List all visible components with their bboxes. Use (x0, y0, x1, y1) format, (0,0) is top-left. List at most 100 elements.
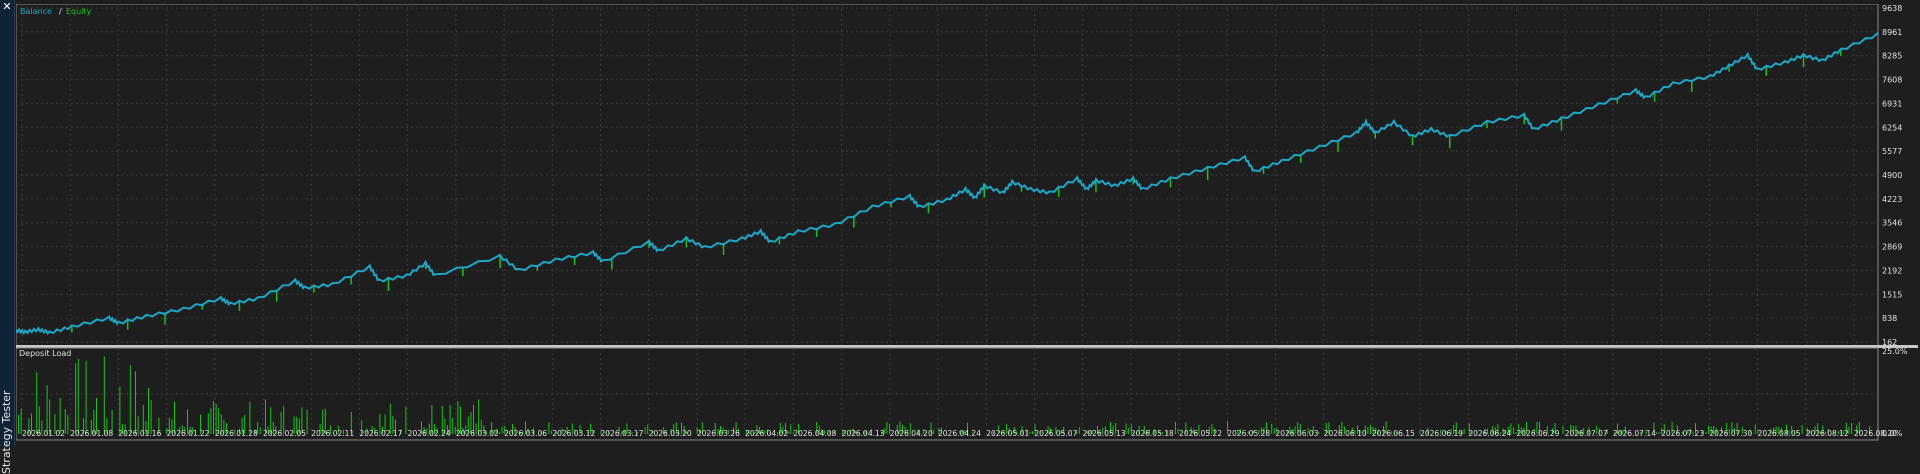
balance-equity-chart[interactable]: Balance / Equity 9638 8961 8285 7608 6931 625… (15, 3, 1918, 445)
chart-area[interactable]: Balance / Equity 9638 8961 8285 7608 6931 625… (15, 3, 1918, 445)
legend-balance: Balance (20, 7, 52, 16)
x-tick-label: 2026.06.29 (1517, 429, 1560, 438)
x-tick-label: 2026.01.02 (22, 429, 65, 438)
x-tick-label: 2026.01.08 (70, 429, 113, 438)
x-tick-label: 2026.02.11 (311, 429, 354, 438)
deposit-load-bar (306, 409, 308, 434)
deposit-load-bar (1271, 424, 1273, 434)
y-tick-label: 2869 (1882, 243, 1902, 252)
deposit-load-bar (67, 415, 69, 434)
x-tick-label: 2026.07.14 (1613, 429, 1656, 438)
deposit-load-bar (405, 406, 407, 434)
deposit-load-bar (1125, 423, 1127, 434)
x-tick-label: 2026.06.15 (1372, 429, 1415, 438)
x-tick-label: 2026.05.18 (1131, 429, 1174, 438)
deposit-load-bar (1128, 427, 1130, 434)
deposit-load-bar (1513, 427, 1514, 434)
deposit-load-bar (103, 356, 105, 434)
deposit-load-bar (499, 432, 500, 434)
x-tick-label: 2026.08.12 (1806, 429, 1849, 438)
x-tick-label: 2026.03.20 (649, 429, 692, 438)
deposit-load-bar (1029, 431, 1031, 434)
x-tick-label: 2026.04.02 (745, 429, 788, 438)
y-tick-label: 1515 (1882, 290, 1902, 299)
x-tick-label: 2026.05.07 (1034, 429, 1077, 438)
deposit-load-bar (135, 371, 136, 434)
x-tick-label: 2026.06.24 (1468, 429, 1511, 438)
deposit-load-bar (18, 414, 19, 434)
x-tick-label: 2026.06.10 (1324, 429, 1367, 438)
deposit-load-bar (85, 360, 87, 434)
y-tick-label: 9638 (1882, 4, 1902, 13)
bottom-tabs[interactable] (16, 441, 316, 447)
legend-equity: Equity (66, 7, 92, 16)
deposit-load-bar (548, 422, 550, 434)
deposit-load-bar (1754, 424, 1756, 434)
x-tick-label: 2026.06.03 (1275, 429, 1318, 438)
y-tick-label: 7608 (1882, 76, 1902, 85)
deposit-load-bar (1705, 431, 1707, 434)
x-tick-label: 2026.04.20 (890, 429, 933, 438)
y-tick-label: 3546 (1882, 219, 1902, 228)
deposit-load-bar (1656, 432, 1657, 434)
y-tick-label: 2192 (1882, 266, 1902, 275)
x-tick-label: 2026.02.24 (408, 429, 451, 438)
y-axis: 9638 8961 8285 7608 6931 6254 5577 4900 4223 3546… (1882, 4, 1902, 347)
y-tick-label: 6931 (1882, 99, 1902, 108)
deposit-load-bar (259, 427, 261, 434)
y-tick-label: 6254 (1882, 123, 1902, 132)
deposit-load-bar (1851, 422, 1852, 434)
x-tick-label: 2026.05.01 (986, 429, 1029, 438)
x-tick-label: 2026.06.19 (1420, 429, 1463, 438)
x-tick-label: 2026.05.22 (1179, 429, 1222, 438)
x-tick-label: 2026.04.24 (938, 429, 981, 438)
y-tick-label: 5577 (1882, 147, 1902, 156)
x-tick-label: 2026.03.06 (504, 429, 547, 438)
deposit-load-bar (1175, 421, 1176, 434)
x-tick-label: 2026.01.22 (167, 429, 210, 438)
x-tick-label: 2026.05.28 (1227, 429, 1270, 438)
deposit-load-bar (1562, 425, 1564, 434)
deposit-load-bar (1367, 426, 1369, 434)
deposit-load-bar (790, 424, 792, 434)
deposit-load-bar (1463, 428, 1465, 434)
deposit-load-bar (933, 429, 935, 434)
deposit-load-bar (1032, 431, 1033, 434)
close-icon[interactable]: ✕ (2, 1, 12, 12)
x-tick-label: 2026.07.30 (1709, 429, 1752, 438)
y-tick-label: 4900 (1882, 171, 1902, 180)
deposit-load-bar (1078, 427, 1080, 434)
deposit-load-bar (77, 358, 79, 434)
deposit-panel-title: Deposit Load (19, 349, 71, 358)
legend-separator: / (59, 7, 62, 16)
deposit-load-bar (501, 426, 503, 434)
deposit-load-bar (148, 387, 149, 434)
deposit-load-bar (886, 422, 888, 434)
x-tick-label: 2026.04.08 (793, 429, 836, 438)
y-tick-label: 8961 (1882, 28, 1902, 37)
x-tick-label: 2026.08.05 (1758, 429, 1801, 438)
deposit-load-bar (75, 363, 77, 434)
x-tick-label: 2026.03.26 (697, 429, 740, 438)
x-tick-label: 2026.04.13 (842, 429, 885, 438)
deposit-load-bar (210, 408, 212, 434)
deposit-load-bar (119, 386, 121, 434)
x-tick-label: 2026.07.07 (1565, 429, 1608, 438)
x-tick-label: 2026.03.17 (601, 429, 644, 438)
x-tick-label: 2026.05.13 (1083, 429, 1126, 438)
y-tick-label: 8285 (1882, 52, 1902, 61)
x-tick-label: 2026.07.23 (1661, 429, 1704, 438)
x-tick-label: 2026.02.17 (359, 429, 402, 438)
x-tick-label: 2026.03.12 (552, 429, 595, 438)
x-tick-label: 2026.01.28 (215, 429, 258, 438)
y-tick-label: 4223 (1882, 195, 1902, 204)
deposit-load-bar (1801, 424, 1803, 434)
deposit-load-bar (46, 385, 48, 434)
deposit-load-bar (36, 372, 38, 434)
deposit-load-bar (129, 365, 131, 434)
y-tick-label: 838 (1882, 314, 1897, 323)
panel-title: Strategy Tester (0, 390, 13, 474)
deposit-load-bar (452, 417, 454, 434)
x-axis: 2026.01.02 2026.01.08 2026.01.16 2026.01.22… (22, 429, 1897, 438)
deposit-load-bar (1658, 431, 1660, 434)
